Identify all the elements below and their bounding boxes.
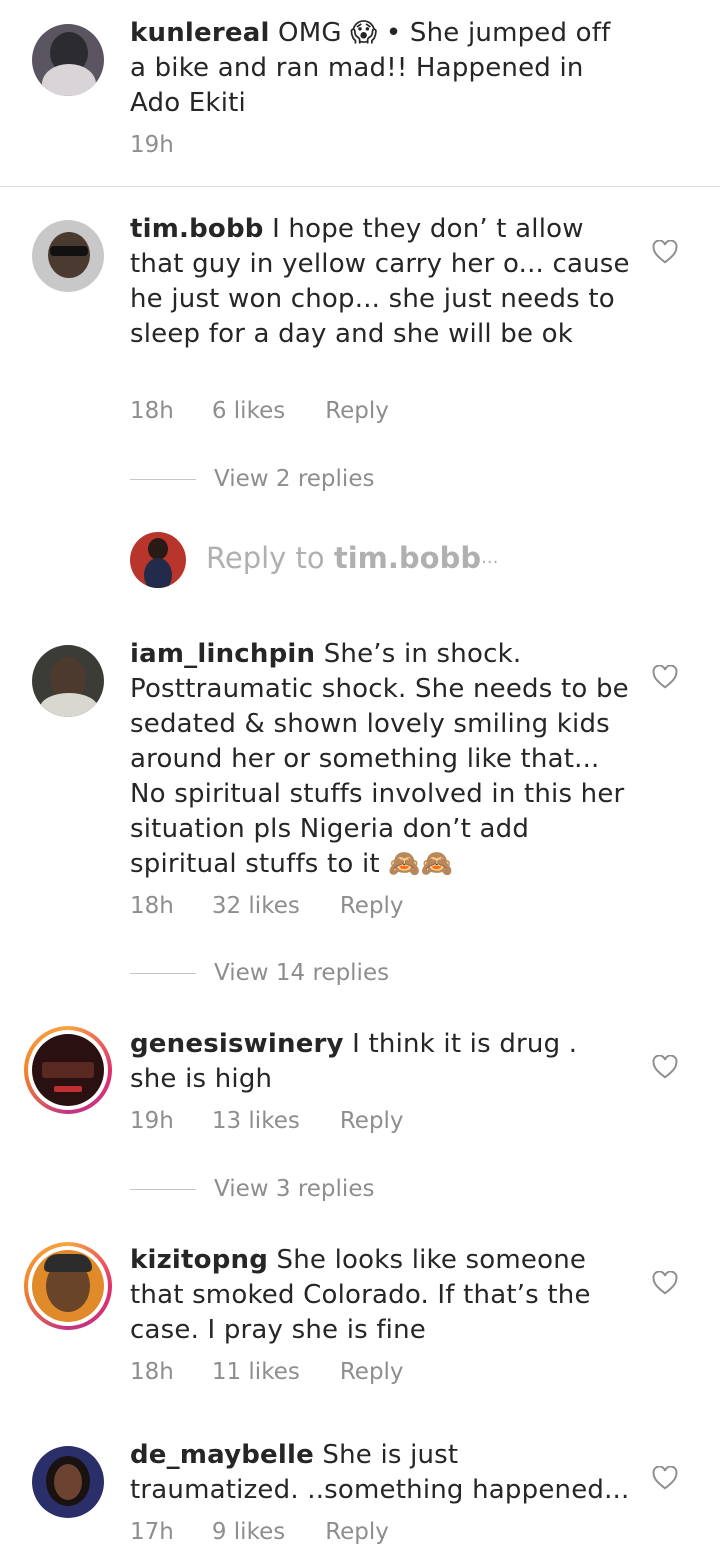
- caption-time: 19h: [130, 132, 174, 158]
- comment-1-view-replies-label: View 2 replies: [214, 466, 375, 492]
- avatar-tim-bobb[interactable]: [32, 220, 104, 292]
- story-ring[interactable]: [24, 1026, 112, 1114]
- comment-3-view-replies[interactable]: View 3 replies: [130, 1176, 374, 1202]
- comment-1-reply-button[interactable]: Reply: [325, 398, 389, 424]
- comment-3-meta: 19h 13 likes Reply: [130, 1108, 404, 1134]
- comment-1-text: tim.bobb I hope they don’ t allow that g…: [130, 212, 630, 352]
- story-ring[interactable]: [24, 1242, 112, 1330]
- comment-3-time: 19h: [130, 1108, 174, 1134]
- avatar-genesiswinery: [32, 1034, 104, 1106]
- comment-4-likes[interactable]: 11 likes: [212, 1359, 300, 1385]
- comment-4-time: 18h: [130, 1359, 174, 1385]
- heart-outline-icon[interactable]: [652, 1466, 678, 1490]
- comment-1-time: 18h: [130, 398, 174, 424]
- comment-2-view-replies-label: View 14 replies: [214, 960, 390, 986]
- comment-5-likes[interactable]: 9 likes: [212, 1519, 285, 1545]
- comment-5-username[interactable]: de_maybelle: [130, 1440, 314, 1470]
- comment-2-view-replies[interactable]: View 14 replies: [130, 960, 389, 986]
- comment-2-time: 18h: [130, 893, 174, 919]
- caption-meta: 19h: [130, 132, 174, 158]
- heart-outline-icon[interactable]: [652, 665, 678, 689]
- avatar-kizitopng: [32, 1250, 104, 1322]
- comment-1-likes[interactable]: 6 likes: [212, 398, 285, 424]
- comment-3-likes[interactable]: 13 likes: [212, 1108, 300, 1134]
- comment-3-view-replies-label: View 3 replies: [214, 1176, 375, 1202]
- comment-1-meta: 18h 6 likes Reply: [130, 398, 389, 424]
- replies-line: [130, 972, 196, 974]
- comment-2-reply-button[interactable]: Reply: [340, 893, 404, 919]
- avatar-de-maybelle[interactable]: [32, 1446, 104, 1518]
- comment-4-meta: 18h 11 likes Reply: [130, 1359, 404, 1385]
- avatar-iam-linchpin[interactable]: [32, 645, 104, 717]
- comment-2-text: iam_linchpin She’s in shock. Posttraumat…: [130, 637, 630, 882]
- comment-1-username[interactable]: tim.bobb: [130, 214, 264, 244]
- comment-2-meta: 18h 32 likes Reply: [130, 893, 404, 919]
- comment-2-body: She’s in shock. Posttraumatic shock. She…: [130, 639, 629, 879]
- current-user-avatar: [130, 532, 186, 588]
- comment-2-likes[interactable]: 32 likes: [212, 893, 300, 919]
- reply-input-target: tim.bobb: [333, 541, 482, 575]
- reply-input-prefix: Reply to: [206, 541, 325, 575]
- comment-3-username[interactable]: genesiswinery: [130, 1029, 344, 1059]
- replies-line: [130, 478, 196, 480]
- comment-4-reply-button[interactable]: Reply: [340, 1359, 404, 1385]
- heart-outline-icon[interactable]: [652, 1271, 678, 1295]
- comment-4-text: kizitopng She looks like someone that sm…: [130, 1243, 630, 1348]
- comment-4-username[interactable]: kizitopng: [130, 1245, 268, 1275]
- comment-5-meta: 17h 9 likes Reply: [130, 1519, 389, 1545]
- caption-username[interactable]: kunlereal: [130, 18, 270, 48]
- caption-divider: [0, 186, 720, 187]
- comment-3-text: genesiswinery I think it is drug . she i…: [130, 1027, 630, 1097]
- comment-1-view-replies[interactable]: View 2 replies: [130, 466, 374, 492]
- comment-3-reply-button[interactable]: Reply: [340, 1108, 404, 1134]
- caption-text: kunlereal OMG 😱 • She jumped off a bike …: [130, 16, 630, 121]
- replies-line: [130, 1188, 196, 1190]
- avatar-kunlereal[interactable]: [32, 24, 104, 96]
- heart-outline-icon[interactable]: [652, 1055, 678, 1079]
- reply-input[interactable]: Reply to tim.bobb···: [206, 541, 498, 575]
- reply-input-suffix: ···: [481, 552, 499, 573]
- comment-5-reply-button[interactable]: Reply: [325, 1519, 389, 1545]
- heart-outline-icon[interactable]: [652, 240, 678, 264]
- comment-5-text: de_maybelle She is just traumatized. ..s…: [130, 1438, 630, 1508]
- comment-2-username[interactable]: iam_linchpin: [130, 639, 315, 669]
- comment-5-time: 17h: [130, 1519, 174, 1545]
